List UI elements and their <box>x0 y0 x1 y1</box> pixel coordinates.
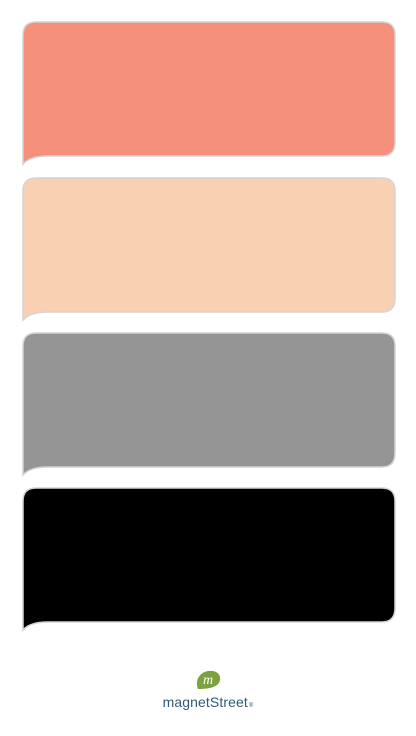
color-swatch-salmon <box>20 21 396 166</box>
swatch-fill <box>22 332 396 477</box>
color-swatch-gray <box>20 332 396 477</box>
color-swatch-black <box>20 487 396 632</box>
magnetstreet-logo: m magnetStreet® <box>0 664 416 720</box>
speech-bubble-shape <box>22 332 396 477</box>
svg-text:m: m <box>203 673 213 688</box>
speech-bubble-shape <box>22 177 396 322</box>
color-swatch-peach <box>20 177 396 322</box>
magnetstreet-m-icon: m <box>196 670 221 689</box>
swatch-fill <box>22 21 396 166</box>
swatch-fill <box>22 487 396 632</box>
registered-mark: ® <box>248 703 254 709</box>
swatch-fill <box>22 177 396 322</box>
brand-name: magnetStreet® <box>0 694 416 710</box>
color-swatch-list <box>0 0 416 650</box>
brand-wordmark: magnetStreet <box>162 694 248 710</box>
speech-bubble-shape <box>22 21 396 166</box>
speech-bubble-shape <box>22 487 396 632</box>
